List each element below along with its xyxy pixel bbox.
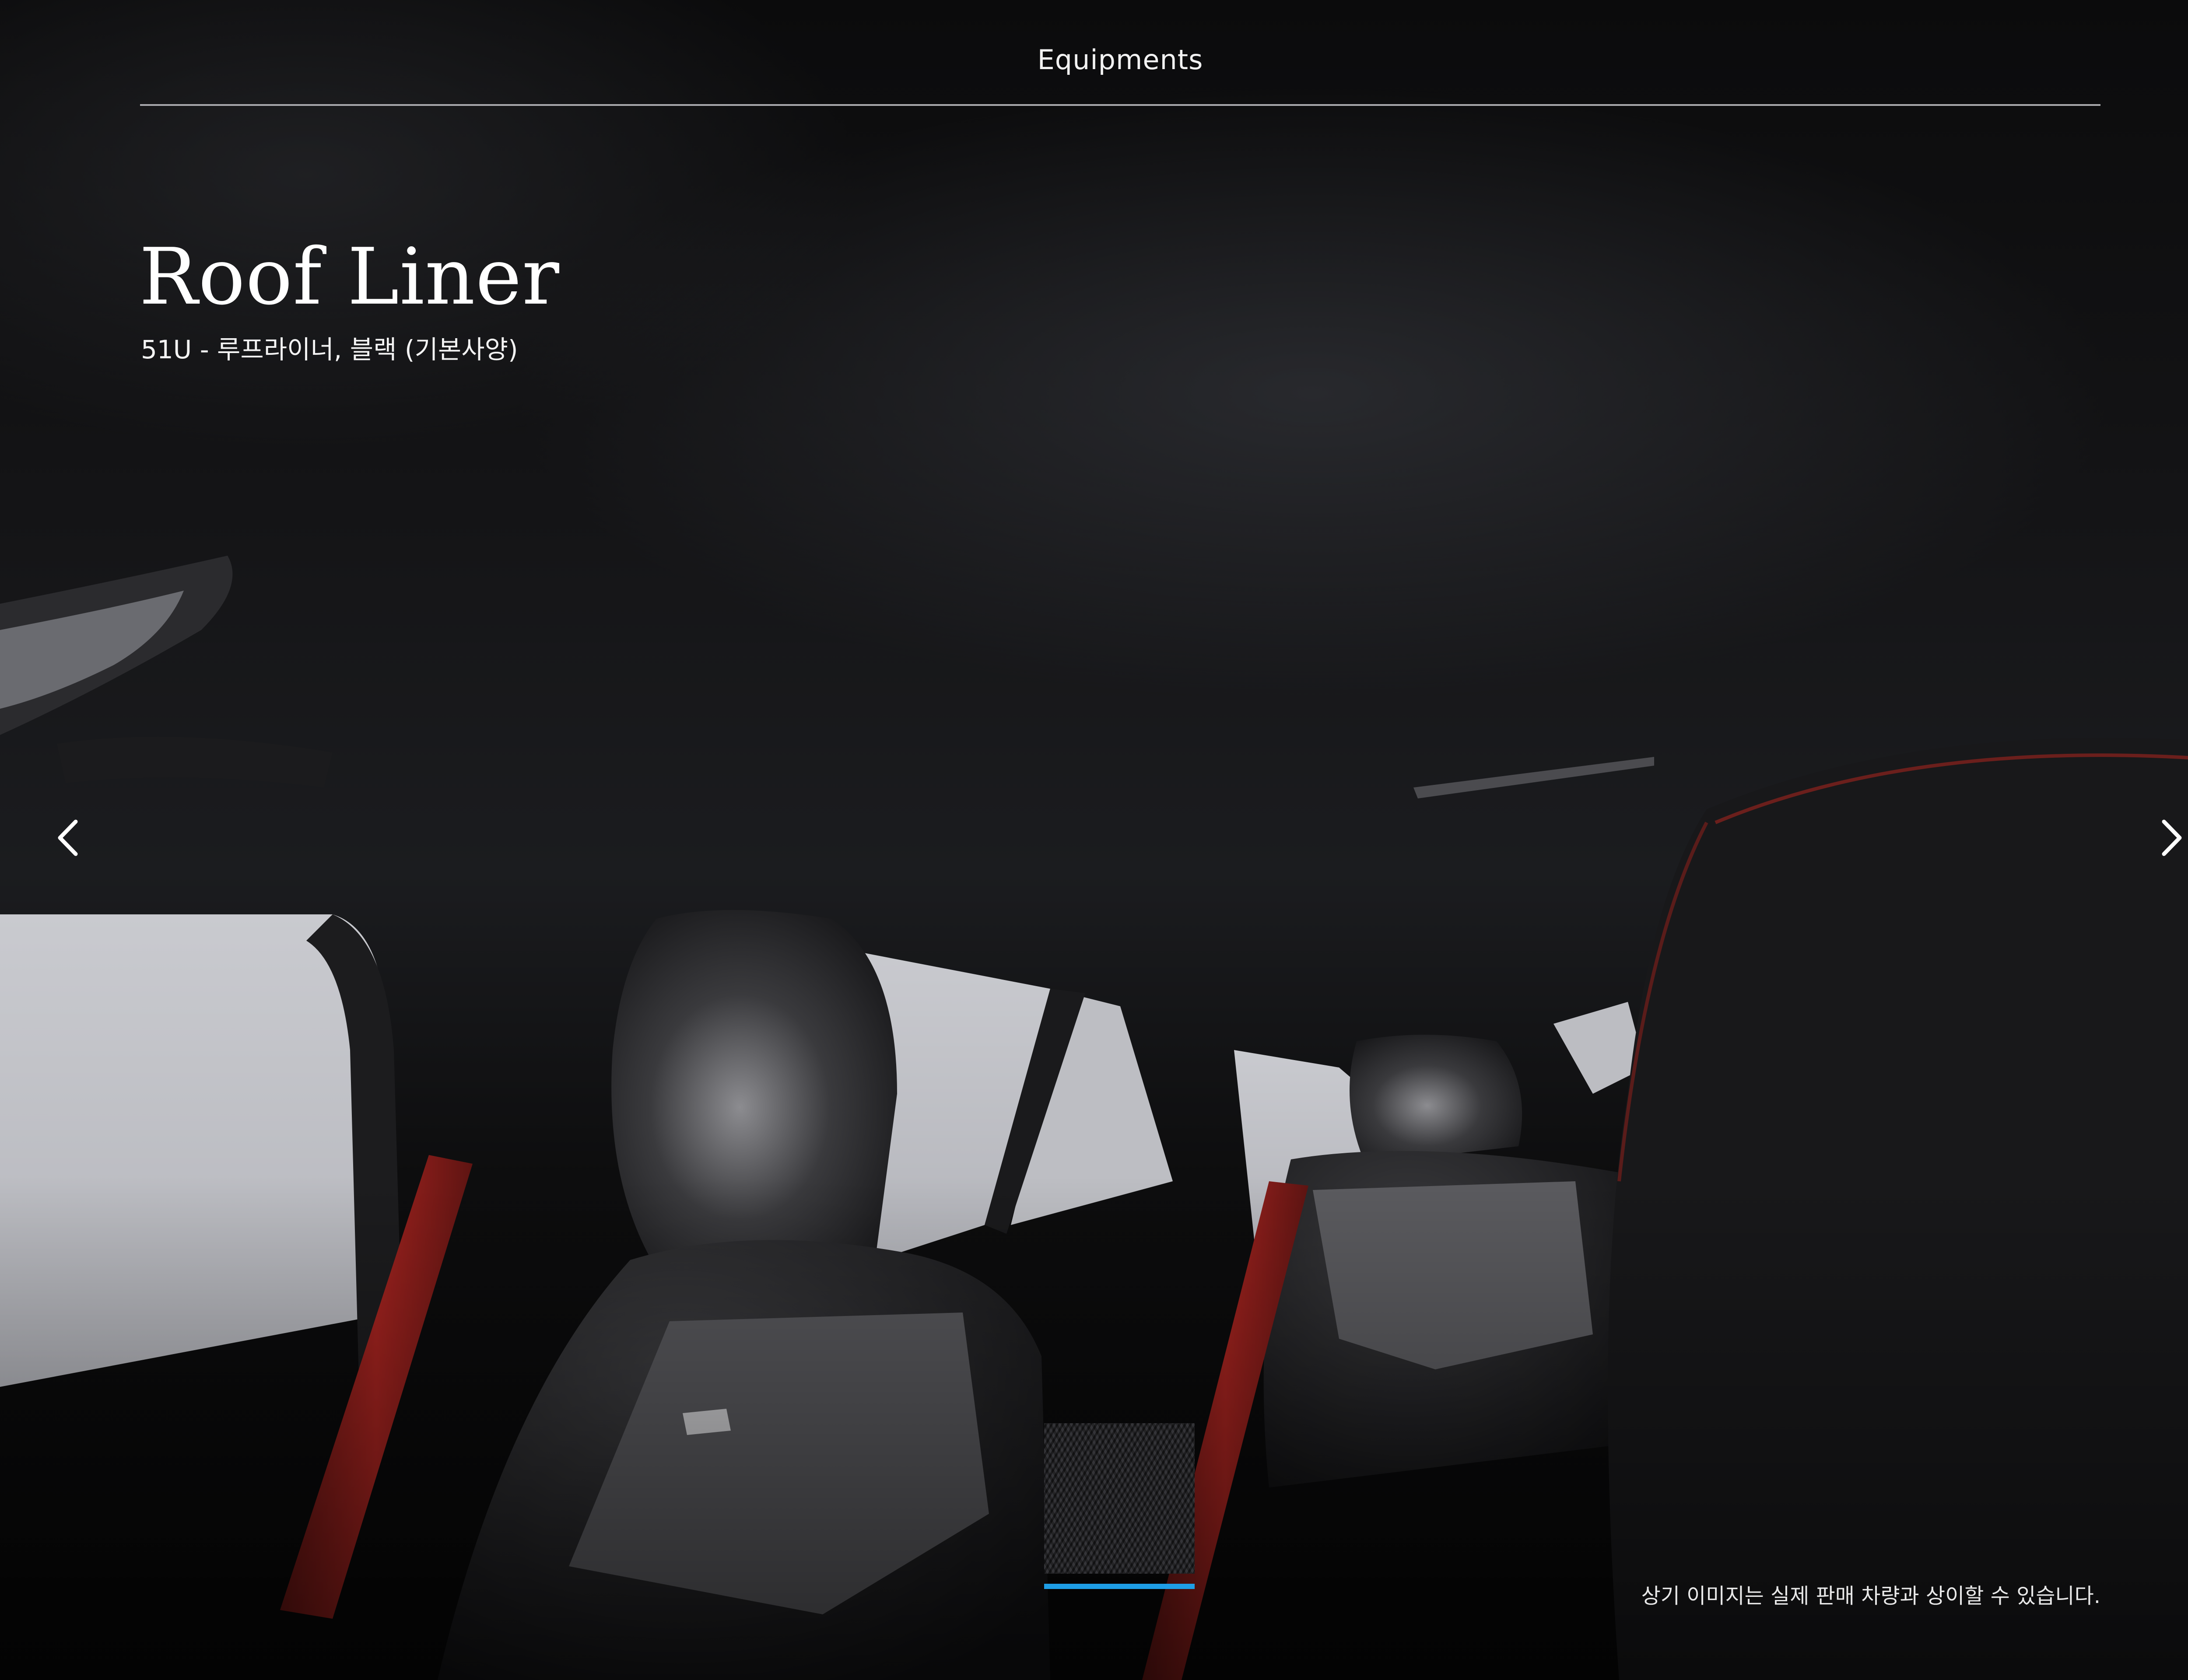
option-code-label: 51U - 루프라이너, 블랙 (기본사양) [141, 335, 518, 364]
header-divider [140, 104, 2100, 106]
next-slide-button[interactable] [2148, 814, 2188, 862]
chevron-right-icon [2162, 819, 2182, 856]
selected-thumbnail-indicator [1044, 1584, 1195, 1589]
equipment-viewer: Equipments Roof Liner 51U - 루프라이너, 블랙 (기… [0, 0, 2188, 1680]
chevron-left-icon [58, 819, 78, 856]
thumbnail-roof-liner-black[interactable] [1044, 1423, 1195, 1574]
section-title: Equipments [1037, 44, 1203, 76]
previous-slide-button[interactable] [44, 814, 92, 862]
image-disclaimer: 상기 이미지는 실제 판매 차량과 상이할 수 있습니다. [1641, 1584, 2100, 1608]
page-title: Roof Liner [139, 231, 560, 322]
fabric-swatch-texture [1044, 1423, 1195, 1574]
